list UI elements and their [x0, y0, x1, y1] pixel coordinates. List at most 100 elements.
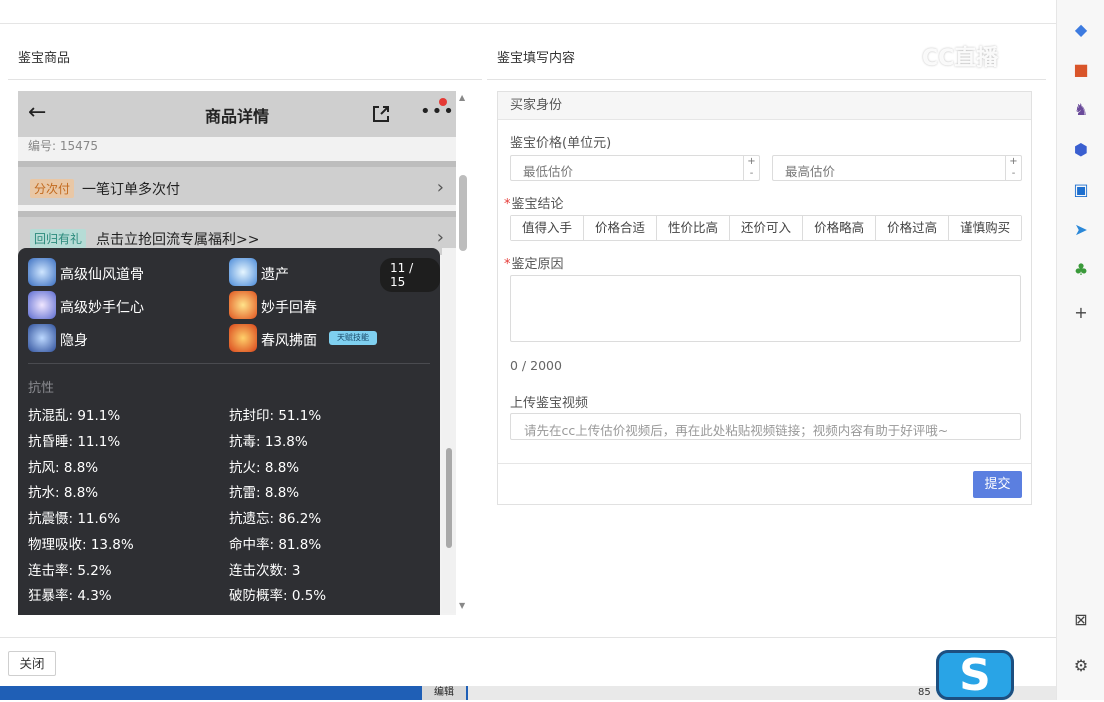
number-stepper[interactable]: + - [1005, 156, 1021, 180]
stat-value: 狂暴率: 4.3% [28, 588, 112, 604]
min-price-placeholder: 最低估价 [523, 164, 574, 179]
stat-value: 抗雷: 8.8% [229, 485, 300, 501]
taskbar: 编辑 85 [0, 686, 1056, 700]
skill-name: 春风拂面 [261, 333, 317, 349]
conclusion-option[interactable]: 还价可入 [730, 216, 804, 240]
chess-icon[interactable]: ♞ [1071, 100, 1091, 120]
resist-group-label: 抗性 [28, 381, 55, 396]
tag-icon[interactable]: ◆ [1071, 20, 1091, 40]
appraisal-form: 买家身份 鉴宝价格(单位元) 最低估价 + - 最高估价 + - *鉴宝结论 值得入… [497, 91, 1032, 505]
send-icon[interactable]: ➤ [1071, 220, 1091, 240]
browser-sidebar: ◆ ■ ♞ ⬢ ▣ ➤ ♣ + ⊠ ⚙ [1056, 0, 1104, 700]
stat-value: 抗遗忘: 86.2% [229, 511, 322, 527]
overlay-divider [28, 363, 430, 364]
skill-icon [229, 258, 257, 286]
skill-icon [28, 324, 56, 352]
price-label: 鉴宝价格(单位元) [510, 136, 612, 151]
reason-label: *鉴定原因 [504, 257, 564, 272]
scroll-down-icon[interactable]: ▼ [459, 601, 465, 610]
dialog-top-bar [0, 0, 1056, 24]
phone-header: ← 商品详情 ••• [18, 91, 456, 137]
installment-tag: 分次付 [30, 179, 75, 198]
scrollbar-thumb[interactable] [459, 175, 467, 251]
skill-name: 遗产 [261, 267, 289, 283]
briefcase-icon[interactable]: ■ [1071, 60, 1091, 80]
zoom-level: 85 [918, 687, 931, 698]
return-gift-text: 点击立抢回流专属福利>> [96, 232, 260, 248]
submit-button[interactable]: 提交 [973, 471, 1022, 498]
installment-text: 一笔订单多次付 [82, 182, 180, 198]
close-button[interactable]: 关闭 [8, 651, 56, 676]
chevron-right-icon: › [436, 177, 444, 198]
conclusion-option[interactable]: 价格略高 [803, 216, 877, 240]
stat-value: 抗火: 8.8% [229, 460, 300, 476]
reason-textarea[interactable] [510, 275, 1021, 342]
video-link-input[interactable]: 请先在cc上传估价视频后，再在此处粘贴视频链接；视频内容有助于好评哦~ [510, 413, 1021, 440]
skill-name: 隐身 [60, 333, 88, 349]
conclusion-option[interactable]: 价格过高 [876, 216, 950, 240]
overlay-scrollbar[interactable] [442, 248, 456, 613]
char-counter: 0 / 2000 [510, 358, 562, 373]
more-icon[interactable]: ••• [420, 101, 455, 122]
appraisal-dialog: 鉴宝商品 鉴宝填写内容 CC直播 ← 商品详情 ••• 编号: 15475 分次… [0, 0, 1056, 701]
stat-value: 命中率: 81.8% [229, 537, 322, 553]
max-price-placeholder: 最高估价 [785, 164, 836, 179]
skill-item: 春风拂面 天赋技能 [229, 324, 399, 352]
stat-value: 破防概率: 0.5% [229, 588, 327, 604]
stat-value: 抗震慑: 11.6% [28, 511, 121, 527]
plus-icon[interactable]: + [1071, 303, 1091, 323]
image-counter: 11 / 15 [380, 258, 440, 292]
form-header: 买家身份 [498, 92, 1031, 120]
footer-divider [0, 637, 1056, 638]
skill-name: 妙手回春 [261, 300, 317, 316]
stat-value: 抗水: 8.8% [28, 485, 99, 501]
image-viewer-overlay[interactable]: 11 / 15 高级仙风道骨 遗产 高级妙手仁心 妙手回春 隐身 春风拂面 天赋… [18, 248, 440, 615]
skill-icon [229, 291, 257, 319]
video-label: 上传鉴宝视频 [510, 396, 589, 411]
stat-value: 抗封印: 51.1% [229, 408, 322, 424]
scroll-up-icon[interactable]: ▲ [459, 93, 465, 102]
min-price-input[interactable]: 最低估价 + - [510, 155, 760, 181]
office-icon[interactable]: ⬢ [1071, 140, 1091, 160]
skill-icon [28, 258, 56, 286]
edit-tab[interactable]: 编辑 [422, 686, 466, 700]
right-panel-title: 鉴宝填写内容 [497, 51, 576, 66]
scrollbar-thumb[interactable] [446, 448, 452, 548]
share-icon[interactable] [370, 103, 392, 125]
stat-value: 抗风: 8.8% [28, 460, 99, 476]
app-logo-icon[interactable]: S [936, 650, 1014, 701]
settings-icon[interactable]: ⚙ [1071, 656, 1091, 676]
outlook-icon[interactable]: ▣ [1071, 180, 1091, 200]
video-link-placeholder: 请先在cc上传估价视频后，再在此处粘贴视频链接；视频内容有助于好评哦~ [524, 423, 949, 438]
conclusion-option[interactable]: 价格合适 [584, 216, 658, 240]
conclusion-option[interactable]: 性价比高 [657, 216, 731, 240]
conclusion-selector: 值得入手 价格合适 性价比高 还价可入 价格略高 价格过高 谨慎购买 [510, 215, 1023, 241]
preview-scrollbar[interactable]: ▲ ▼ [456, 91, 470, 615]
stat-value: 抗毒: 13.8% [229, 434, 308, 450]
talent-badge: 天赋技能 [329, 331, 377, 345]
form-footer-divider [498, 463, 1031, 464]
stat-value: 连击次数: 3 [229, 563, 301, 579]
skill-name: 高级妙手仁心 [60, 300, 144, 316]
tree-icon[interactable]: ♣ [1071, 260, 1091, 280]
number-stepper[interactable]: + - [743, 156, 759, 180]
serial-number: 编号: 15475 [28, 139, 99, 153]
screenshot-icon[interactable]: ⊠ [1071, 610, 1091, 630]
stat-value: 抗昏睡: 11.1% [28, 434, 121, 450]
skill-icon [229, 324, 257, 352]
conclusion-option[interactable]: 值得入手 [511, 216, 585, 240]
left-divider [8, 79, 482, 80]
max-price-input[interactable]: 最高估价 + - [772, 155, 1022, 181]
list-item-installment[interactable]: 分次付 一笔订单多次付 › [18, 161, 456, 205]
skill-icon [28, 291, 56, 319]
stat-value: 连击率: 5.2% [28, 563, 112, 579]
chevron-right-icon: › [436, 227, 444, 248]
watermark-logo: CC直播 [922, 46, 999, 71]
notification-dot [439, 98, 447, 106]
skill-name: 高级仙风道骨 [60, 267, 144, 283]
conclusion-label: *鉴宝结论 [504, 197, 564, 212]
conclusion-option[interactable]: 谨慎购买 [949, 216, 1022, 240]
product-preview[interactable]: ← 商品详情 ••• 编号: 15475 分次付 一笔订单多次付 › 回归有礼 … [18, 91, 456, 615]
stat-value: 抗混乱: 91.1% [28, 408, 121, 424]
stat-value: 物理吸收: 13.8% [28, 537, 134, 553]
